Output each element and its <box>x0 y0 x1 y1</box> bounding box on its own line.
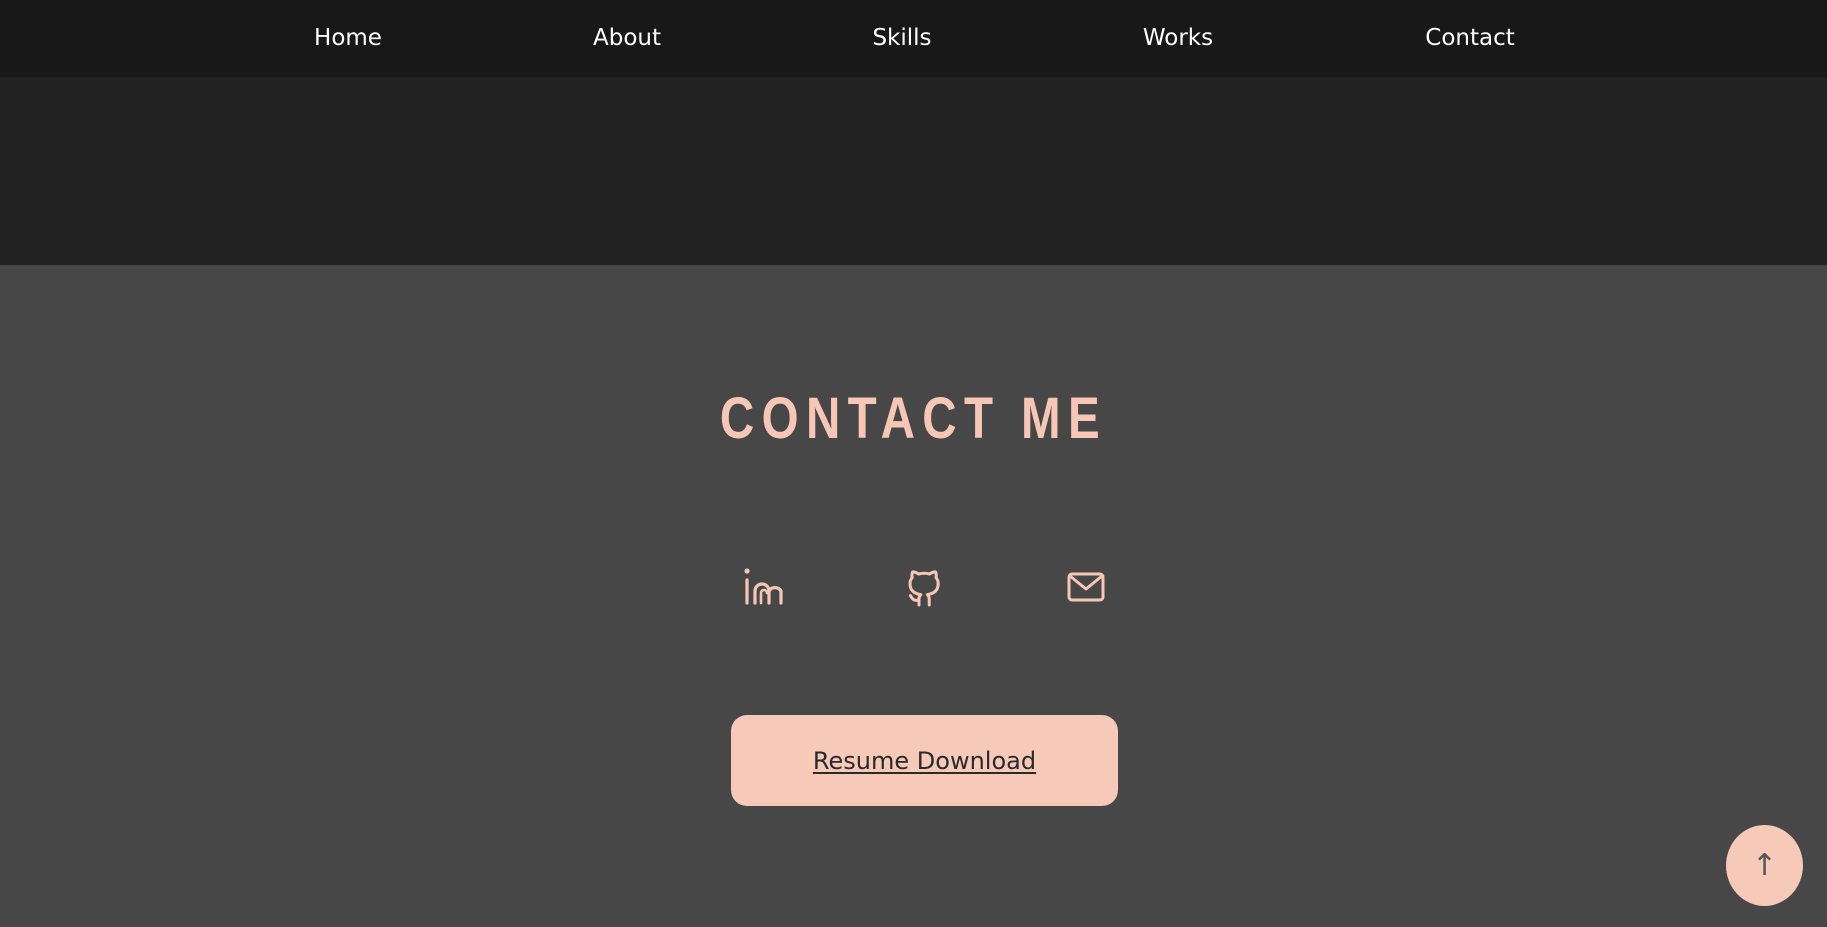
nav-link-works[interactable]: Works <box>1143 0 1213 77</box>
github-icon <box>908 570 940 607</box>
previous-section-band <box>0 77 1827 265</box>
linkedin-icon <box>744 568 783 605</box>
resume-download-button[interactable]: Resume Download <box>731 715 1118 806</box>
nav-link-about[interactable]: About <box>593 0 661 77</box>
github-link[interactable] <box>902 565 946 609</box>
resume-download-label: Resume Download <box>812 746 1037 775</box>
linkedin-link[interactable] <box>740 565 784 609</box>
scroll-to-top-button[interactable]: ↑ <box>1726 825 1803 906</box>
nav-link-skills[interactable]: Skills <box>872 0 931 77</box>
contact-title: CONTACT ME <box>719 386 1108 451</box>
nav-link-home[interactable]: Home <box>314 0 382 77</box>
email-link[interactable] <box>1064 565 1108 609</box>
arrow-up-icon: ↑ <box>1751 847 1778 883</box>
mail-icon <box>1067 572 1105 602</box>
contact-section: CONTACT ME Resume Download <box>0 265 1827 927</box>
nav-link-contact[interactable]: Contact <box>1425 0 1514 77</box>
top-navbar: Home About Skills Works Contact <box>0 0 1827 77</box>
